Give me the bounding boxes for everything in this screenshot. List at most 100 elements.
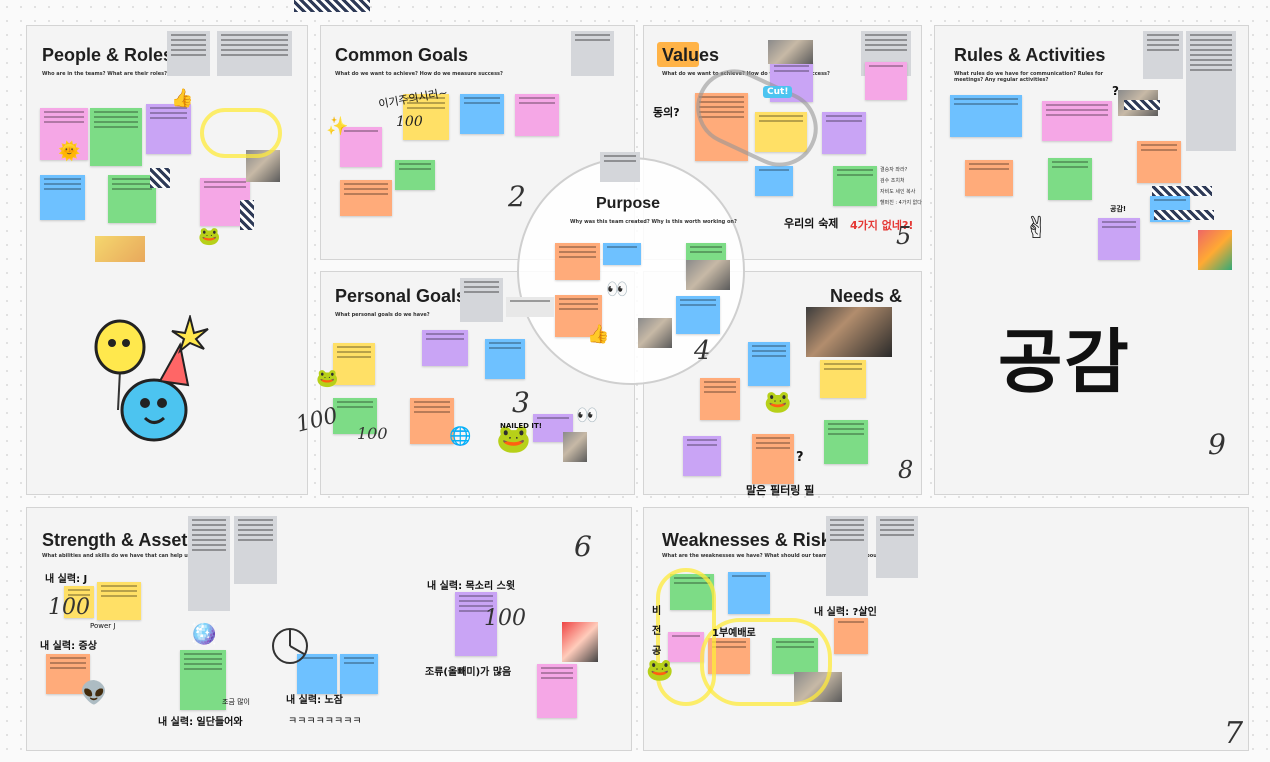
- rules-title: Rules & Activities: [954, 45, 1106, 65]
- sticky-note-yellow[interactable]: [97, 582, 141, 620]
- annotation-agree: 동의?: [653, 106, 680, 119]
- sticky-note-orange[interactable]: [700, 378, 740, 420]
- sticky-note-pink[interactable]: [865, 62, 907, 100]
- note-card[interactable]: [571, 31, 614, 76]
- sticky-note-orange[interactable]: [340, 180, 392, 216]
- photo-thumbnail[interactable]: [563, 432, 587, 462]
- eyes-icon: 👀: [576, 405, 599, 426]
- photo-thumbnail[interactable]: [562, 622, 598, 662]
- sticky-note-orange[interactable]: [752, 434, 794, 484]
- sticky-note-blue[interactable]: [950, 95, 1022, 137]
- sticky-note-purple[interactable]: [1098, 218, 1140, 260]
- note-card[interactable]: [1143, 31, 1183, 79]
- photo-thumbnail[interactable]: [95, 236, 145, 262]
- photo-thumbnail[interactable]: [806, 307, 892, 357]
- personal-goals-title: Personal Goals: [335, 286, 467, 306]
- sticky-note-green[interactable]: [90, 108, 142, 166]
- sticky-note-blue[interactable]: [603, 243, 641, 265]
- sticky-note-blue[interactable]: [460, 94, 504, 134]
- annotation-just-in: 내 실력: 일단들어와: [158, 717, 243, 728]
- note-card[interactable]: [217, 31, 292, 76]
- note-card[interactable]: [876, 516, 918, 578]
- annotation-my-skill-symptom: 내 실력: 증상: [40, 641, 97, 652]
- sticky-note-orange[interactable]: [1137, 141, 1181, 183]
- sticky-note-green[interactable]: [395, 160, 435, 190]
- sticky-note-green[interactable]: [824, 420, 868, 464]
- annotation-question: ?: [1112, 84, 1119, 98]
- hundred-stamp: 100: [396, 114, 423, 130]
- thumbs-up-icon: 👍: [587, 324, 610, 345]
- common-goals-title: Common Goals: [335, 45, 469, 65]
- annotation-my-skill-j: 내 실력: J: [45, 574, 88, 585]
- sticky-note-blue[interactable]: [485, 339, 525, 379]
- people-roles-title: People & Roles: [42, 45, 174, 65]
- right-note-item: 검수 조치처: [880, 178, 905, 184]
- sticky-note-pink[interactable]: [515, 94, 559, 136]
- note-card[interactable]: [826, 516, 868, 596]
- note-card[interactable]: [506, 297, 554, 317]
- hundred-stamp: 100: [48, 595, 90, 620]
- annotation-homework: 우리의 숙제: [784, 217, 839, 230]
- note-card[interactable]: [167, 31, 210, 76]
- sticky-note-purple[interactable]: [146, 104, 191, 154]
- doodle-number: 7: [1224, 716, 1244, 751]
- sticky-note-green[interactable]: [833, 166, 877, 206]
- washi-tape: [1124, 100, 1160, 110]
- annotation-cut: Cut!: [763, 86, 793, 98]
- sun-icon: 🌞: [58, 141, 81, 162]
- purpose-title: Purpose: [596, 195, 661, 212]
- sticky-note-blue[interactable]: [728, 572, 770, 614]
- doodle-number: 4: [694, 336, 711, 366]
- sticky-note-orange[interactable]: [834, 618, 868, 654]
- sticky-note-green[interactable]: [108, 175, 156, 223]
- annotation-many-jokes: 조류(올빼미)가 많음: [425, 667, 512, 678]
- annotation-voice-sweet: 내 실력: 목소리 스윗: [427, 581, 516, 592]
- sticky-note-green[interactable]: [180, 650, 226, 710]
- note-card[interactable]: [234, 516, 277, 584]
- annotation-power-j: Power J: [90, 622, 116, 630]
- annotation-empathy: 공감!: [1110, 205, 1127, 213]
- note-card[interactable]: [460, 278, 503, 322]
- sticky-note-purple[interactable]: [822, 112, 866, 154]
- sticky-note-yellow[interactable]: [820, 360, 866, 398]
- sticky-note-orange[interactable]: [410, 398, 454, 444]
- annotation-nailed: NAILED IT!: [500, 422, 542, 430]
- frog-icon: 🐸: [764, 390, 792, 415]
- sticky-note-blue[interactable]: [748, 342, 790, 386]
- note-card[interactable]: [600, 152, 640, 182]
- sticky-note-blue[interactable]: [755, 166, 793, 196]
- photo-thumbnail[interactable]: [638, 318, 672, 348]
- sticky-note-purple[interactable]: [422, 330, 468, 366]
- sticky-note-pink[interactable]: [1042, 101, 1112, 141]
- sticky-note-pink[interactable]: [537, 664, 577, 718]
- sticky-note-orange[interactable]: [555, 243, 600, 280]
- balloon-character-icon: [94, 315, 209, 442]
- sticky-note-orange[interactable]: [965, 160, 1013, 196]
- people-roles-subtitle: Who are in the teams? What are their rol…: [42, 71, 167, 77]
- annotation-dept: 1부예배로: [712, 628, 756, 639]
- photo-thumbnail[interactable]: [1198, 230, 1232, 270]
- empathy-label: 공감: [998, 321, 1131, 403]
- frog-icon: 🐸: [646, 658, 674, 683]
- sticky-note-blue[interactable]: [340, 654, 378, 694]
- right-note-item: 헬퍼친 : 4가지 없다: [880, 200, 922, 206]
- note-card[interactable]: [188, 516, 230, 611]
- sticky-note-blue[interactable]: [676, 296, 720, 334]
- photo-thumbnail[interactable]: [768, 40, 813, 64]
- annotation-my-skill-age: 내 실력: ?살인: [814, 607, 877, 618]
- doodle-number: 2: [508, 180, 526, 213]
- strength-subtitle: What abilities and skills do we have tha…: [42, 553, 194, 559]
- doodle-number: 6: [574, 530, 592, 563]
- sticky-note-green[interactable]: [1048, 158, 1092, 200]
- annotation-question: ?: [796, 450, 804, 465]
- sticky-note-yellow[interactable]: [333, 343, 375, 385]
- globe-icon: 🌐: [449, 426, 472, 447]
- photo-thumbnail[interactable]: [686, 260, 730, 290]
- sticky-note-blue[interactable]: [40, 175, 85, 220]
- common-goals-subtitle: What do we want to achieve? How do we me…: [335, 71, 503, 77]
- eyes-icon: 👀: [606, 279, 629, 300]
- note-card[interactable]: [1186, 31, 1236, 151]
- annotation-filtering: 말은 필터링 필: [746, 484, 815, 497]
- doodle-number: 8: [898, 456, 914, 484]
- sticky-note-purple[interactable]: [683, 436, 721, 476]
